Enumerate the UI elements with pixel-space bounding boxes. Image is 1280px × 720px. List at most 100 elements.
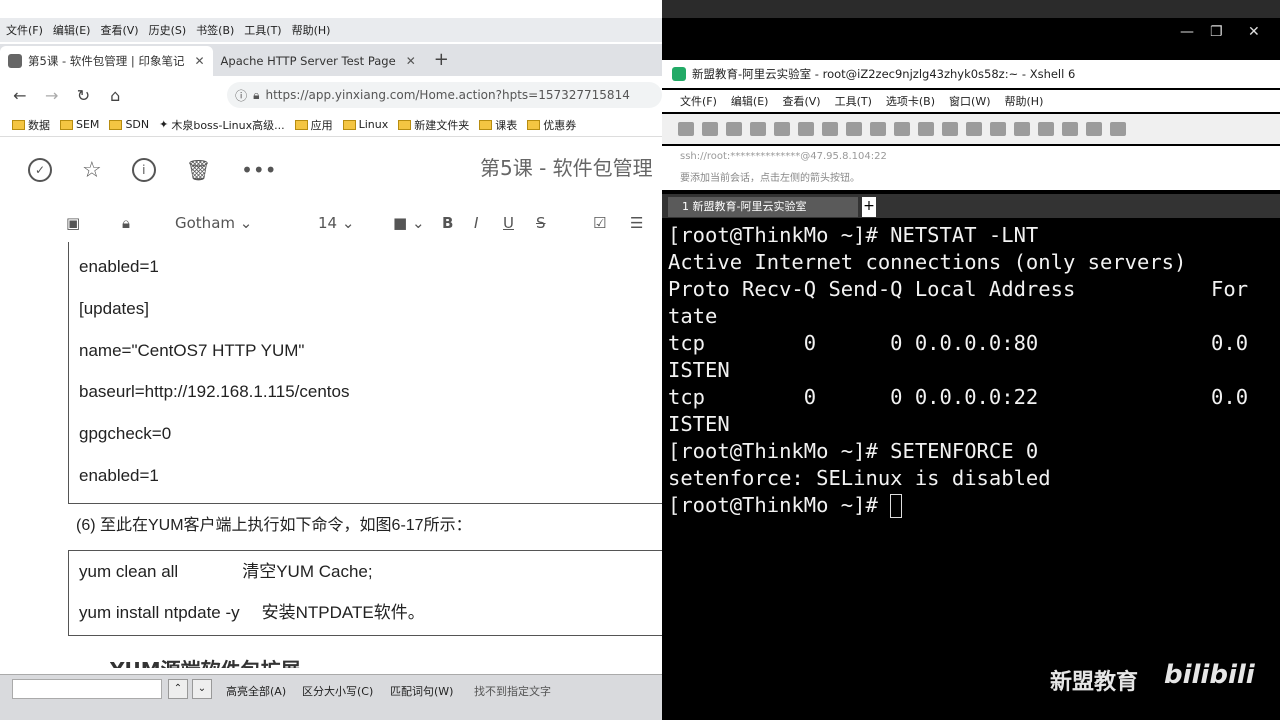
bookmark-item[interactable]: ✦ 木泉boss-Linux高级... <box>159 117 285 133</box>
bookmark-item[interactable]: 优惠券 <box>527 117 576 133</box>
url-field[interactable]: ⓘ 🔒︎ https://app.yinxiang.com/Home.actio… <box>227 82 662 108</box>
terminal[interactable]: [root@ThinkMo ~]# NETSTAT -LNT Active In… <box>668 222 1280 660</box>
find-next-button[interactable]: ⌄ <box>192 679 212 699</box>
menu-window[interactable]: 窗口(W) <box>949 93 990 109</box>
globe-icon[interactable] <box>870 122 886 136</box>
trash-icon[interactable]: 🗑︎ <box>186 158 211 182</box>
menu-help[interactable]: 帮助(H) <box>1005 93 1044 109</box>
bookmark-item[interactable]: 课表 <box>479 117 517 133</box>
forward-icon[interactable]: → <box>42 86 62 105</box>
menu-view[interactable]: 查看(V) <box>100 22 138 38</box>
help-icon[interactable] <box>1086 122 1102 136</box>
highlight-all-option[interactable]: 高亮全部(A) <box>226 683 286 699</box>
session-address[interactable]: ssh://root:**************@47.95.8.104:22 <box>662 146 1280 168</box>
strikethrough-icon[interactable]: S <box>536 214 546 232</box>
script-icon[interactable] <box>942 122 958 136</box>
find-input[interactable] <box>12 679 162 699</box>
folder-icon <box>294 119 308 130</box>
xshell-titlebar: 新盟教育-阿里云实验室 - root@iZ2zec9njzlg43zhyk0s5… <box>662 60 1280 88</box>
lock-icon[interactable] <box>966 122 982 136</box>
copy-icon[interactable] <box>798 122 814 136</box>
menu-edit[interactable]: 编辑(E) <box>53 22 91 38</box>
bookmark-item[interactable]: 应用 <box>294 117 333 133</box>
layout-icon[interactable] <box>1062 122 1078 136</box>
menu-help[interactable]: 帮助(H) <box>292 22 331 38</box>
reload-icon[interactable]: ↻ <box>74 86 94 105</box>
menu-tab[interactable]: 选项卡(B) <box>886 93 935 109</box>
find-previous-button[interactable]: ⌃ <box>168 679 188 699</box>
keyboard-icon[interactable] <box>990 122 1006 136</box>
doc-line: gpgcheck=0 <box>79 424 172 443</box>
close-icon[interactable]: ✕ <box>1248 24 1260 40</box>
bookmark-item[interactable]: 新建文件夹 <box>398 117 469 133</box>
menu-view[interactable]: 查看(V) <box>782 93 820 109</box>
tab-evernote[interactable]: 第5课 - 软件包管理 | 印象笔记 ✕ <box>0 46 213 76</box>
command-line: yum clean all 清空YUM Cache; <box>79 562 373 581</box>
menu-history[interactable]: 历史(S) <box>149 22 187 38</box>
tab-apache[interactable]: Apache HTTP Server Test Page ✕ <box>213 46 424 76</box>
bookmark-item[interactable]: SDN <box>109 118 149 131</box>
terminal-line: Proto Recv-Q Send-Q Local Address For <box>668 277 1249 301</box>
text-color-select[interactable]: ■ ⌄ <box>393 214 425 232</box>
session-tab-bar: 1 新盟教育-阿里云实验室 + <box>662 194 1280 218</box>
menu-tools[interactable]: 工具(T) <box>244 22 281 38</box>
whole-word-option[interactable]: 匹配词句(W) <box>390 683 453 699</box>
terminal-line: tate <box>668 304 718 328</box>
font-size-select[interactable]: 14 ⌄ <box>318 214 354 232</box>
open-folder-icon[interactable] <box>702 122 718 136</box>
xshell-icon <box>672 67 686 81</box>
menu-bookmarks[interactable]: 书签(B) <box>196 22 234 38</box>
lock-icon[interactable]: 🔒︎ <box>122 214 130 232</box>
bookmark-item[interactable]: 数据 <box>12 117 50 133</box>
menu-file[interactable]: 文件(F) <box>6 22 43 38</box>
xftp-icon[interactable] <box>918 122 934 136</box>
evernote-icon <box>8 54 22 68</box>
note-title[interactable]: 第5课 - 软件包管理 <box>480 152 653 181</box>
add-tab-button[interactable]: + <box>862 197 876 217</box>
minimize-icon[interactable]: — <box>1180 24 1194 40</box>
close-icon[interactable]: ✕ <box>194 54 204 68</box>
search-icon[interactable] <box>822 122 838 136</box>
menu-tools[interactable]: 工具(T) <box>835 93 872 109</box>
bookmark-item[interactable]: Linux <box>342 118 388 131</box>
terminal-line: [root@ThinkMo ~]# NETSTAT -LNT <box>668 223 1039 247</box>
italic-icon[interactable]: I <box>474 214 478 232</box>
home-icon[interactable]: ⌂ <box>105 86 125 105</box>
match-case-option[interactable]: 区分大小写(C) <box>302 683 373 699</box>
xshell-window: 新盟教育-阿里云实验室 - root@iZ2zec9njzlg43zhyk0s5… <box>662 60 1280 660</box>
session-hint: 要添加当前会话，点击左侧的箭头按钮。 <box>662 168 1280 190</box>
bookmark-item[interactable]: SEM <box>60 118 99 131</box>
chat-icon[interactable] <box>1110 122 1126 136</box>
compose-icon[interactable] <box>1014 122 1030 136</box>
font-icon[interactable] <box>894 122 910 136</box>
window-title: 新盟教育-阿里云实验室 - root@iZ2zec9njzlg43zhyk0s5… <box>692 67 1076 81</box>
list-icon[interactable]: ☰ <box>630 214 643 232</box>
reminder-icon[interactable]: ✓ <box>28 158 52 182</box>
reconnect-icon[interactable] <box>774 122 790 136</box>
repo-config-box <box>68 242 662 504</box>
browser-menubar: 文件(F) 编辑(E) 查看(V) 历史(S) 书签(B) 工具(T) 帮助(H… <box>0 18 662 42</box>
more-icon[interactable]: ••• <box>241 158 276 182</box>
notebook-icon[interactable]: ▣ <box>66 214 80 232</box>
disconnect-icon[interactable] <box>750 122 766 136</box>
info-icon[interactable]: ⓘ <box>235 87 247 104</box>
back-icon[interactable]: ← <box>10 86 30 105</box>
print-icon[interactable] <box>846 122 862 136</box>
link-icon[interactable] <box>726 122 742 136</box>
new-session-icon[interactable] <box>678 122 694 136</box>
close-icon[interactable]: ✕ <box>406 54 416 68</box>
menu-edit[interactable]: 编辑(E) <box>731 93 769 109</box>
bold-icon[interactable]: B <box>442 214 453 232</box>
new-tab-button[interactable]: + <box>424 49 459 76</box>
tab-bar: 第5课 - 软件包管理 | 印象笔记 ✕ Apache HTTP Server … <box>0 44 662 76</box>
session-tab[interactable]: 1 新盟教育-阿里云实验室 <box>668 197 858 217</box>
restore-icon[interactable]: ❐ <box>1210 24 1223 40</box>
underline-icon[interactable]: U <box>503 214 514 232</box>
folder-icon <box>60 119 73 130</box>
info-icon[interactable]: i <box>131 158 156 182</box>
star-icon[interactable]: ☆ <box>82 158 102 183</box>
font-select[interactable]: Gotham ⌄ <box>175 214 252 232</box>
menu-file[interactable]: 文件(F) <box>680 93 717 109</box>
checkbox-icon[interactable]: ☑ <box>593 214 606 232</box>
screen-icon[interactable] <box>1038 122 1054 136</box>
